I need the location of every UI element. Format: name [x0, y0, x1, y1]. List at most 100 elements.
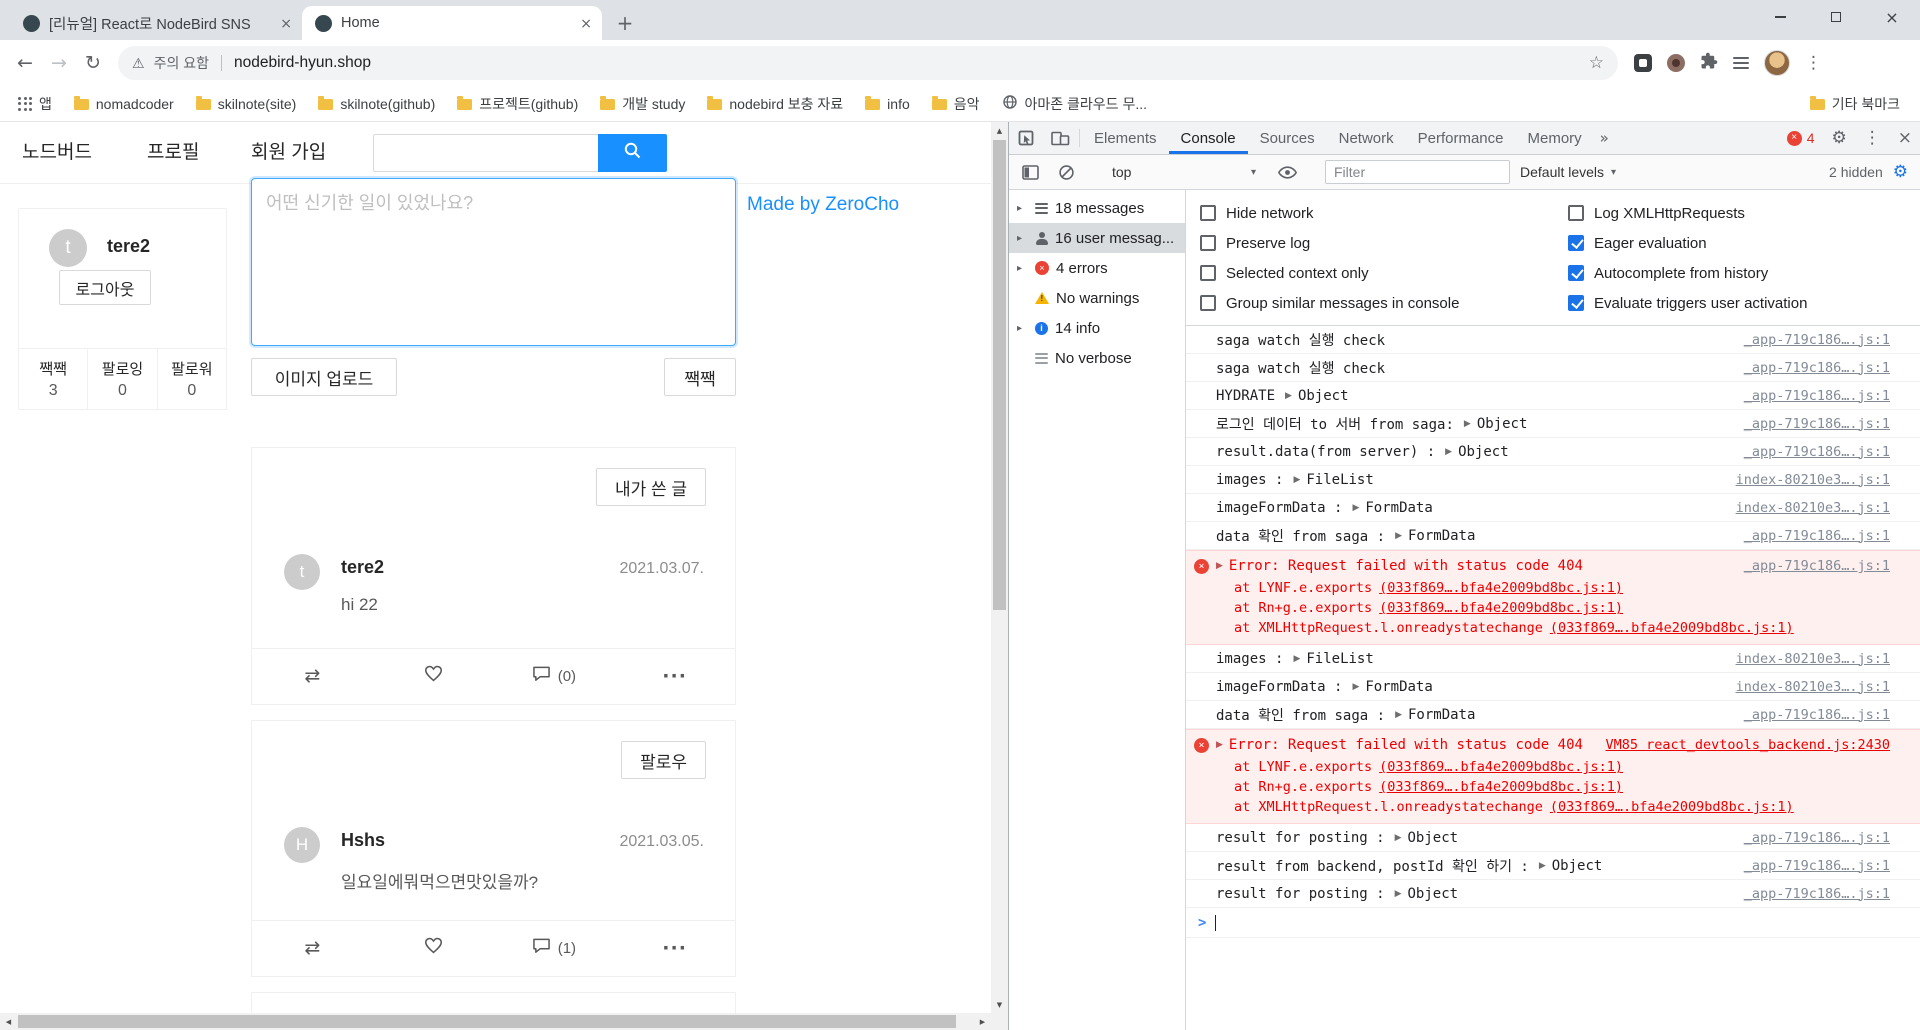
stack-source-link[interactable]: (033f869….bfa4e2009bd8bc.js:1)	[1379, 578, 1623, 598]
more-tabs-icon[interactable]	[1594, 122, 1615, 154]
expand-icon[interactable]	[1539, 861, 1546, 871]
vertical-scrollbar-thumb[interactable]	[993, 140, 1006, 610]
expand-icon[interactable]	[1464, 419, 1471, 429]
source-link[interactable]: index-80210e3….js:1	[1716, 651, 1890, 667]
expand-icon[interactable]	[1352, 503, 1359, 513]
bookmark-star-icon[interactable]	[1589, 53, 1604, 73]
disclosure-icon[interactable]	[1017, 233, 1028, 244]
browser-tab-nodebird-docs[interactable]: [리뉴얼] React로 NodeBird SNS	[10, 6, 302, 40]
hidden-messages-count[interactable]: 2 hidden	[1829, 164, 1883, 180]
disclosure-icon[interactable]	[1017, 263, 1028, 274]
comment-button[interactable]: (0)	[494, 649, 615, 704]
bookmark-folder[interactable]: 프로젝트(github)	[449, 91, 586, 117]
comment-button[interactable]: (1)	[494, 921, 615, 976]
console-settings-gear-icon[interactable]	[1893, 162, 1908, 182]
checkbox[interactable]	[1568, 205, 1584, 221]
expand-icon[interactable]	[1216, 561, 1223, 571]
sidebar-item-verbose[interactable]: No verbose	[1009, 343, 1185, 373]
setting-autocomplete-history[interactable]: Autocomplete from history	[1568, 258, 1807, 288]
other-bookmarks[interactable]: 기타 북마크	[1802, 91, 1908, 117]
search-button[interactable]	[598, 134, 667, 172]
retweet-button[interactable]	[252, 649, 373, 704]
tab-memory[interactable]: Memory	[1516, 122, 1594, 154]
vertical-scrollbar[interactable]	[991, 122, 1008, 1013]
source-link[interactable]: _app-719c186….js:1	[1724, 886, 1890, 902]
stack-source-link[interactable]: (033f869….bfa4e2009bd8bc.js:1)	[1550, 797, 1794, 817]
object-preview[interactable]: Object	[1395, 830, 1459, 846]
tab-close-icon[interactable]	[580, 16, 592, 31]
stack-source-link[interactable]: (033f869….bfa4e2009bd8bc.js:1)	[1379, 777, 1623, 797]
devtools-menu-icon[interactable]	[1864, 128, 1881, 148]
maximize-button[interactable]	[1808, 0, 1864, 34]
source-link[interactable]: index-80210e3….js:1	[1716, 500, 1890, 516]
stat-tweets[interactable]: 짹짹 3	[19, 349, 87, 409]
my-post-button[interactable]: 내가 쓴 글	[595, 468, 706, 506]
setting-group-similar[interactable]: Group similar messages in console	[1200, 288, 1459, 318]
extension-icon-1[interactable]	[1634, 54, 1652, 72]
bookmark-folder[interactable]: skilnote(github)	[310, 91, 443, 117]
object-preview[interactable]: Object	[1464, 416, 1528, 432]
checkbox-checked[interactable]	[1568, 265, 1584, 281]
object-preview[interactable]: FormData	[1395, 528, 1475, 544]
context-selector[interactable]: top	[1104, 164, 1264, 180]
source-link[interactable]: _app-719c186….js:1	[1724, 830, 1890, 846]
expand-icon[interactable]	[1395, 710, 1402, 720]
bookmark-folder[interactable]: info	[857, 91, 918, 117]
bookmark-apps[interactable]: 앱	[10, 91, 60, 117]
expand-icon[interactable]	[1293, 475, 1300, 485]
new-tab-button[interactable]	[610, 8, 640, 38]
close-window-button[interactable]	[1864, 0, 1920, 34]
disclosure-icon[interactable]	[1017, 323, 1028, 334]
scroll-right-icon[interactable]	[974, 1013, 991, 1030]
object-preview[interactable]: Object	[1445, 444, 1509, 460]
stack-source-link[interactable]: (033f869….bfa4e2009bd8bc.js:1)	[1379, 598, 1623, 618]
tab-elements[interactable]: Elements	[1082, 122, 1169, 154]
security-label[interactable]: 주의 요함	[154, 53, 209, 73]
security-warning-icon[interactable]	[132, 55, 145, 72]
console-filter-input[interactable]	[1325, 160, 1510, 184]
nav-item-profile[interactable]: 프로필	[147, 122, 199, 184]
minimize-button[interactable]	[1752, 0, 1808, 34]
made-by-link[interactable]: Made by ZeroCho	[747, 194, 899, 216]
tweet-composer-textarea[interactable]	[251, 178, 736, 346]
inspect-element-icon[interactable]	[1009, 122, 1043, 154]
more-button[interactable]	[614, 649, 735, 704]
horizontal-scrollbar-thumb[interactable]	[18, 1015, 956, 1028]
setting-preserve-log[interactable]: Preserve log	[1200, 228, 1459, 258]
logout-button[interactable]: 로그아웃	[59, 270, 151, 305]
sidebar-item-warnings[interactable]: No warnings	[1009, 283, 1185, 313]
browser-menu-icon[interactable]	[1805, 53, 1822, 73]
tweet-submit-button[interactable]: 짹짹	[664, 358, 736, 396]
sidebar-item-errors[interactable]: 4 errors	[1009, 253, 1185, 283]
expand-icon[interactable]	[1445, 447, 1452, 457]
object-preview[interactable]: Object	[1285, 388, 1349, 404]
expand-icon[interactable]	[1395, 833, 1402, 843]
log-levels-selector[interactable]: Default levels	[1520, 164, 1616, 180]
follow-button[interactable]: 팔로우	[621, 741, 706, 779]
search-input[interactable]	[373, 134, 598, 172]
source-link[interactable]: _app-719c186….js:1	[1724, 416, 1890, 432]
bookmark-folder[interactable]: 음악	[924, 91, 988, 117]
checkbox[interactable]	[1200, 205, 1216, 221]
bookmark-folder[interactable]: 개발 study	[592, 91, 693, 117]
scroll-down-icon[interactable]	[991, 996, 1008, 1013]
setting-hide-network[interactable]: Hide network	[1200, 198, 1459, 228]
device-toolbar-icon[interactable]	[1043, 122, 1077, 154]
source-link[interactable]: _app-719c186….js:1	[1724, 858, 1890, 874]
console-sidebar-toggle-icon[interactable]	[1017, 159, 1043, 185]
sidebar-item-info[interactable]: 14 info	[1009, 313, 1185, 343]
stack-source-link[interactable]: (033f869….bfa4e2009bd8bc.js:1)	[1550, 618, 1794, 638]
setting-eager-evaluation[interactable]: Eager evaluation	[1568, 228, 1807, 258]
error-count-badge[interactable]: × 4	[1786, 130, 1815, 146]
extension-icon-2[interactable]	[1667, 54, 1685, 72]
tab-performance[interactable]: Performance	[1406, 122, 1516, 154]
forward-button[interactable]	[42, 46, 76, 80]
avatar[interactable]: t	[49, 229, 87, 267]
nav-item-nodebird[interactable]: 노드버드	[22, 122, 92, 184]
reload-button[interactable]	[76, 46, 110, 80]
checkbox-checked[interactable]	[1568, 295, 1584, 311]
expand-icon[interactable]	[1285, 391, 1292, 401]
setting-selected-context-only[interactable]: Selected context only	[1200, 258, 1459, 288]
source-link[interactable]: VM85 react_devtools_backend.js:2430	[1586, 737, 1890, 753]
avatar[interactable]: t	[284, 554, 320, 590]
